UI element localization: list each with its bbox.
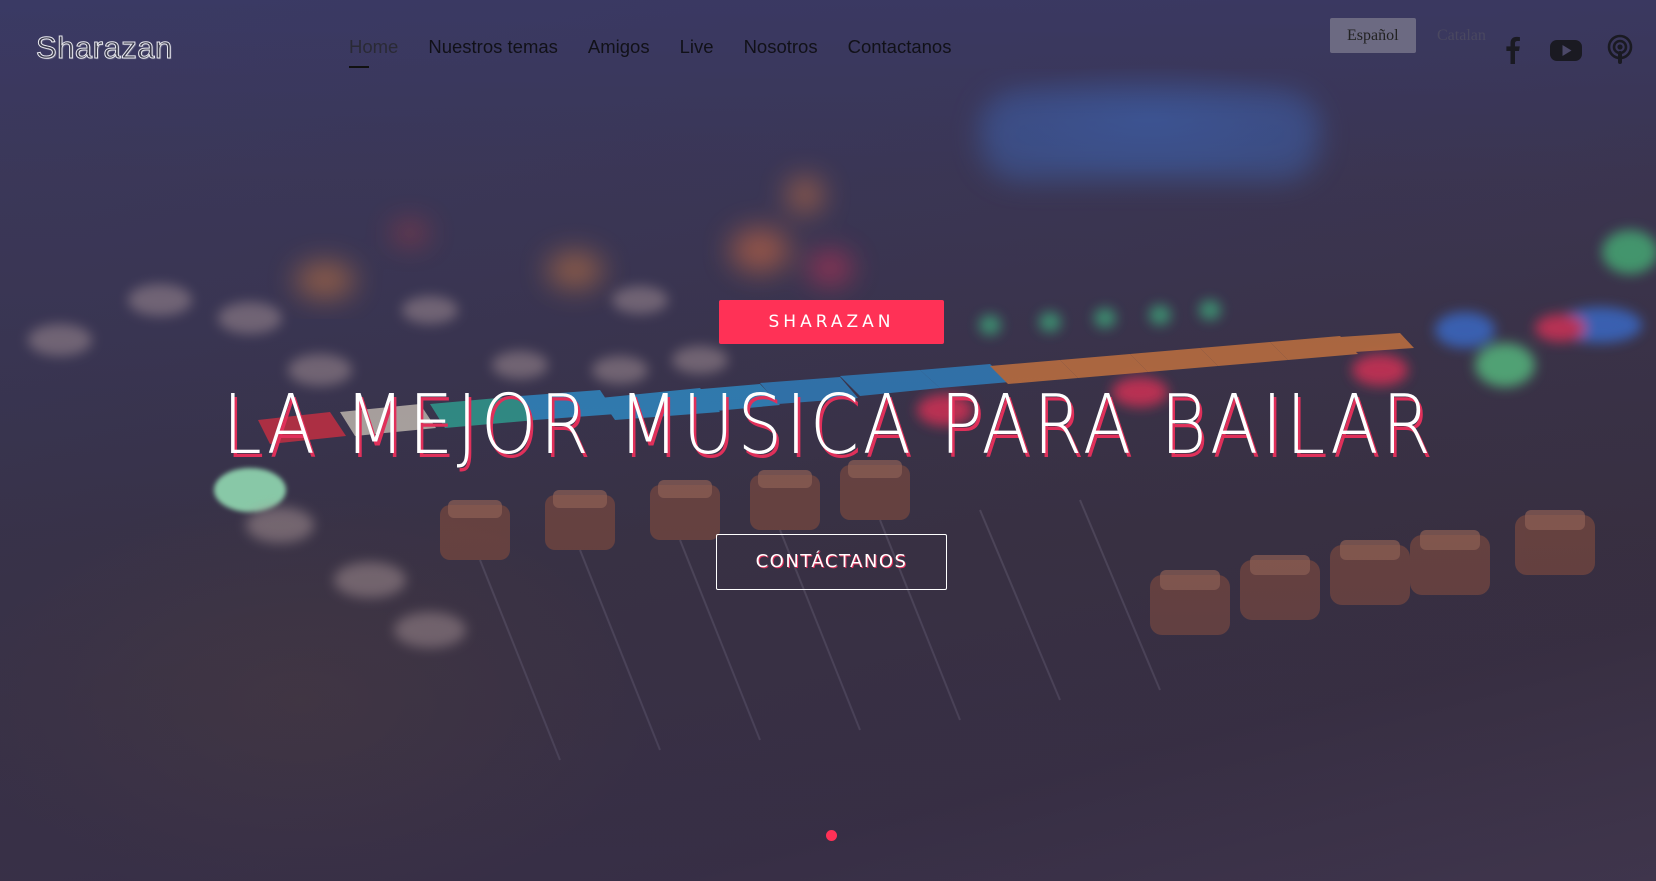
hero-headline: LA MEJOR MUSICA PARA BAILAR: [222, 378, 1435, 473]
nav-item-nuestros-temas[interactable]: Nuestros temas: [428, 36, 558, 58]
nav-item-home[interactable]: Home: [349, 36, 398, 68]
slide-indicator-dot[interactable]: [826, 830, 837, 841]
brand-logo[interactable]: Sharazan: [36, 30, 173, 66]
language-catalan-button[interactable]: Catalan: [1420, 18, 1503, 53]
language-espanol-button[interactable]: Español: [1330, 18, 1416, 53]
podcast-icon[interactable]: [1604, 34, 1636, 66]
nav-item-contactanos[interactable]: Contactanos: [848, 36, 952, 58]
nav-item-amigos[interactable]: Amigos: [588, 36, 650, 58]
facebook-icon[interactable]: [1497, 34, 1529, 66]
contact-cta-button[interactable]: CONTÁCTANOS: [716, 534, 947, 590]
hero-badge: SHARAZAN: [719, 300, 944, 344]
main-nav: Home Nuestros temas Amigos Live Nosotros…: [349, 36, 981, 68]
youtube-icon[interactable]: [1548, 34, 1584, 66]
nav-item-nosotros[interactable]: Nosotros: [744, 36, 818, 58]
nav-item-live[interactable]: Live: [680, 36, 714, 58]
